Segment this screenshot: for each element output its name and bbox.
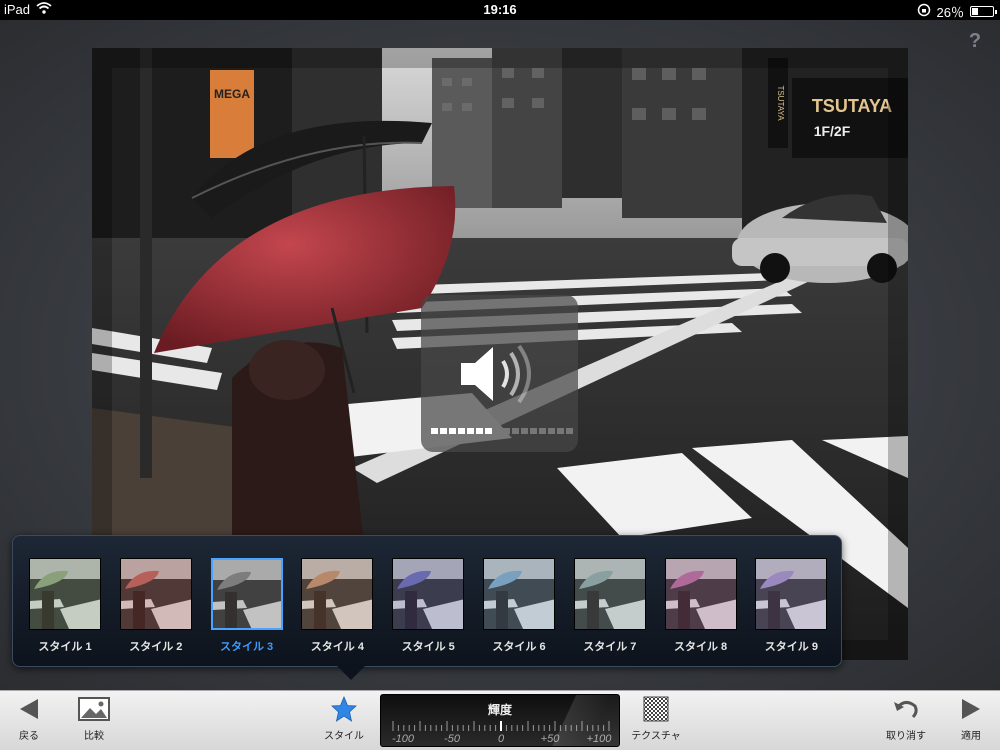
style-thumbnail[interactable]: スタイル 4: [301, 558, 374, 654]
style-thumbnail[interactable]: スタイル 6: [483, 558, 555, 654]
slider-scale-label: -50: [444, 733, 460, 745]
style-label: スタイル 5: [401, 641, 455, 653]
volume-dot: [440, 428, 447, 434]
style-label: スタイル 4: [310, 641, 364, 653]
texture-checker-icon: [628, 691, 684, 727]
style-preview-image: [755, 558, 828, 630]
clock: 19:16: [483, 2, 517, 17]
back-label: 戻る: [19, 731, 39, 742]
undo-button[interactable]: 取り消す: [882, 691, 930, 750]
style-label: スタイル 1: [38, 641, 92, 653]
undo-icon: [882, 691, 930, 727]
image-icon: [74, 691, 114, 727]
style-preview-image: [392, 558, 465, 630]
volume-dot: [530, 428, 537, 434]
help-icon[interactable]: ?: [966, 30, 984, 52]
volume-dot: [494, 428, 501, 434]
battery-icon: [970, 6, 997, 17]
style-label: スタイル 3: [220, 641, 274, 653]
style-label: スタイル 2: [129, 641, 183, 653]
style-label: スタイル 6: [492, 641, 546, 653]
texture-label: テクスチャ: [631, 731, 681, 742]
apply-button[interactable]: 適用: [952, 691, 990, 750]
style-label: スタイル 9: [764, 641, 818, 653]
forward-arrow-icon: [952, 691, 990, 727]
battery-percent: 26％: [936, 5, 964, 20]
tsutaya-vertical-sign: TSUTAYA: [776, 85, 785, 121]
brightness-slider[interactable]: 輝度 -100-500+50+100: [380, 694, 620, 747]
volume-dot: [539, 428, 546, 434]
style-button[interactable]: スタイル: [320, 691, 368, 750]
tsutaya-floor-sign: 1F/2F: [814, 123, 851, 139]
style-thumbnail[interactable]: スタイル 9: [755, 558, 828, 654]
style-preview-image: [210, 558, 283, 630]
volume-dot: [467, 428, 474, 434]
style-label: スタイル 8: [674, 641, 728, 653]
style-preview-image: [664, 558, 737, 630]
style-thumbnail[interactable]: スタイル 1: [29, 558, 101, 654]
tsutaya-sign: TSUTAYA: [812, 96, 892, 116]
style-preview-image: [573, 558, 646, 630]
style-preview-image: [301, 558, 374, 630]
back-button[interactable]: 戻る: [10, 691, 48, 750]
volume-dot: [458, 428, 465, 434]
compare-label: 比較: [84, 731, 104, 742]
volume-dot: [557, 428, 564, 434]
volume-dot: [476, 428, 483, 434]
status-bar: iPad 19:16 26％: [0, 0, 1000, 20]
star-icon: [320, 691, 368, 727]
volume-level-bar: [431, 428, 573, 434]
volume-hud: [421, 295, 578, 452]
style-thumbnail[interactable]: スタイル 2: [119, 558, 192, 654]
slider-scale-label: -100: [391, 733, 415, 745]
texture-button[interactable]: テクスチャ: [628, 691, 684, 750]
mega-sign: MEGA: [214, 87, 250, 101]
style-thumbnail[interactable]: スタイル 5: [392, 558, 465, 654]
compare-button[interactable]: 比較: [74, 691, 114, 750]
volume-dot: [548, 428, 555, 434]
volume-dot: [512, 428, 519, 434]
volume-dot: [521, 428, 528, 434]
style-preview-image: [119, 558, 192, 630]
volume-dot: [449, 428, 456, 434]
volume-dot: [566, 428, 573, 434]
style-picker: スタイル 1 スタイル 2 スタイル 3 スタイル 4 スタイル 5 スタイル 6 スタイル…: [12, 535, 842, 680]
speaker-icon: [459, 343, 541, 410]
style-preview-image: [29, 558, 101, 630]
slider-scale-label: 0: [497, 733, 505, 745]
style-thumbnail[interactable]: スタイル 3: [210, 558, 283, 654]
style-thumbnail[interactable]: スタイル 7: [573, 558, 646, 654]
style-label: スタイル 7: [583, 641, 637, 653]
volume-dot: [485, 428, 492, 434]
rotation-lock-icon: [917, 3, 931, 20]
undo-label: 取り消す: [886, 731, 926, 742]
apply-label: 適用: [961, 731, 981, 742]
style-label: スタイル: [324, 731, 364, 742]
style-preview-image: [483, 558, 555, 630]
volume-dot: [503, 428, 510, 434]
volume-dot: [431, 428, 438, 434]
style-thumbnail[interactable]: スタイル 8: [664, 558, 737, 654]
back-arrow-icon: [10, 691, 48, 727]
